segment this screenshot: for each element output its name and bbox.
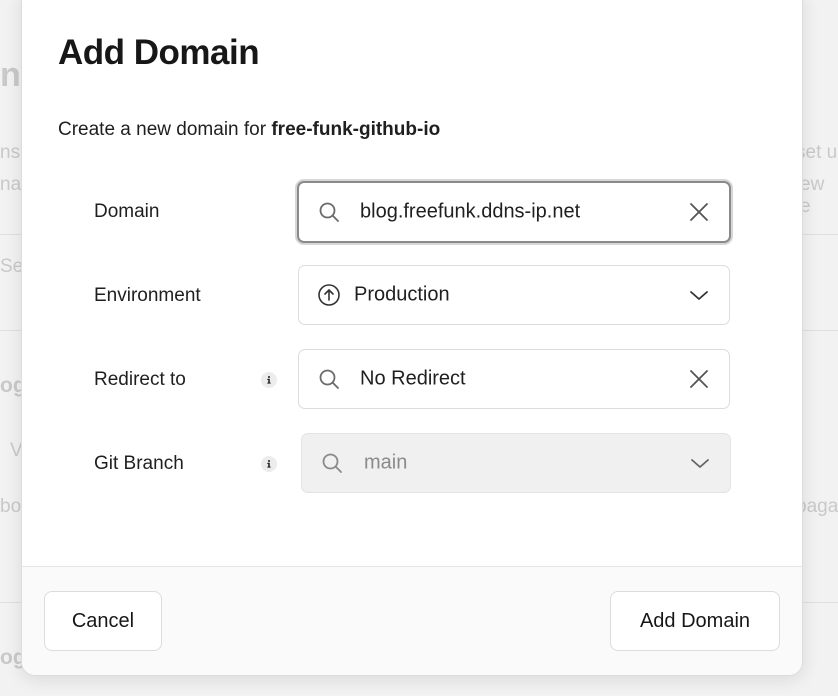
domain-label: Domain (94, 201, 160, 222)
redirect-row: Redirect to No Redirect (94, 349, 754, 411)
environment-select[interactable]: Production (298, 265, 730, 325)
dialog-footer: Cancel Add Domain (22, 566, 802, 675)
search-icon (319, 369, 339, 389)
bg-text-fragment: ew e (800, 174, 825, 217)
git-branch-row: Git Branch main (94, 433, 754, 495)
info-icon[interactable] (261, 372, 277, 388)
dialog-title: Add Domain (58, 33, 260, 72)
arrow-up-circle-icon (318, 284, 340, 306)
redirect-input[interactable]: No Redirect (298, 349, 730, 409)
add-domain-button[interactable]: Add Domain (610, 591, 780, 651)
project-name: free-funk-github-io (271, 119, 441, 140)
chevron-down-icon[interactable] (687, 283, 711, 307)
git-branch-label: Git Branch (94, 453, 184, 474)
environment-value[interactable]: Production (354, 284, 450, 307)
dialog-description: Create a new domain for free-funk-github… (58, 119, 440, 141)
info-glyph (267, 460, 271, 468)
redirect-value[interactable]: No Redirect (360, 368, 466, 391)
search-icon (322, 453, 342, 473)
domain-value[interactable]: blog.freefunk.ddns-ip.net (360, 201, 580, 224)
git-branch-value: main (364, 451, 408, 474)
add-domain-dialog: Add Domain Create a new domain for free-… (21, 0, 803, 676)
domain-row: Domain blog.freefunk.ddns-ip.net (94, 181, 754, 243)
close-icon[interactable] (687, 200, 711, 224)
domain-input[interactable]: blog.freefunk.ddns-ip.net (297, 181, 731, 243)
bg-text-fragment: na (0, 174, 22, 195)
git-branch-select: main (301, 433, 731, 493)
environment-row: Environment Production (94, 265, 754, 327)
bg-text-fragment: ns (0, 142, 21, 163)
redirect-label: Redirect to (94, 369, 186, 390)
cancel-button[interactable]: Cancel (44, 591, 162, 651)
search-icon (319, 202, 339, 222)
close-icon[interactable] (687, 367, 711, 391)
environment-label: Environment (94, 285, 201, 306)
info-icon[interactable] (261, 456, 277, 472)
info-glyph (267, 376, 271, 384)
description-text: Create a new domain for (58, 119, 272, 140)
chevron-down-icon (691, 459, 709, 468)
